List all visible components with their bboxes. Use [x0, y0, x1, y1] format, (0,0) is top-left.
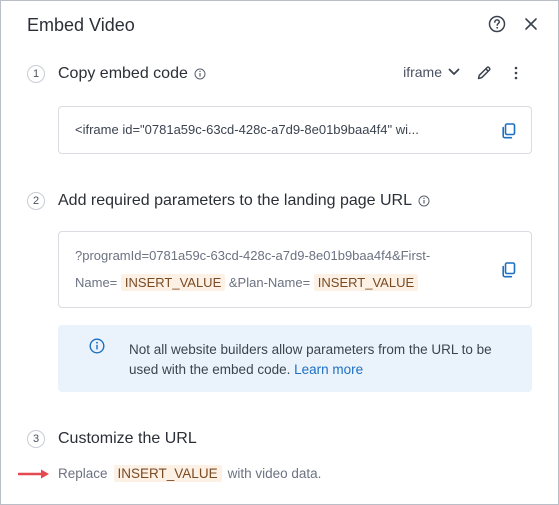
info-icon[interactable] [418, 195, 430, 207]
step-title: Copy embed code [58, 63, 206, 85]
learn-more-link[interactable]: Learn more [294, 362, 363, 377]
format-dropdown[interactable]: iframe [403, 64, 460, 80]
pencil-icon [477, 66, 491, 80]
replace-after: with video data. [227, 466, 322, 481]
copy-embed-code-button[interactable] [499, 122, 517, 140]
help-button[interactable] [486, 13, 508, 35]
step-title-text: Copy embed code [58, 65, 188, 82]
help-icon [488, 15, 506, 33]
step-title-text: Customize the URL [58, 430, 197, 447]
edit-button[interactable] [474, 63, 494, 83]
info-note: Not all website builders allow parameter… [58, 325, 532, 392]
insert-value-token: INSERT_VALUE [313, 274, 419, 291]
step-title: Add required parameters to the landing p… [58, 190, 430, 212]
embed-code-box: <iframe id="0781a59c-63cd-428c-a7d9-8e01… [58, 106, 532, 154]
format-value: iframe [403, 64, 442, 80]
arrow-right-icon [18, 469, 49, 478]
insert-value-token: INSERT_VALUE [120, 274, 226, 291]
more-options-button[interactable] [506, 63, 526, 83]
step-number: 1 [27, 65, 45, 83]
params-line-1: ?programId=0781a59c-63cd-428c-a7d9-8e01b… [75, 248, 431, 263]
dialog-title: Embed Video [27, 15, 135, 35]
info-icon[interactable] [194, 68, 206, 80]
url-parameters-box: ?programId=0781a59c-63cd-428c-a7d9-8e01b… [58, 231, 532, 308]
replace-instruction: Replace INSERT_VALUE with video data. [18, 465, 321, 482]
params-prefix: Name= [75, 275, 118, 290]
embed-code-text: <iframe id="0781a59c-63cd-428c-a7d9-8e01… [75, 122, 419, 137]
step-title-text: Add required parameters to the landing p… [58, 192, 412, 209]
params-line-2: Name= INSERT_VALUE &Plan-Name= INSERT_VA… [75, 274, 419, 291]
dialog-header: Embed Video [27, 13, 542, 37]
copy-url-parameters-button[interactable] [499, 261, 517, 279]
params-middle: &Plan-Name= [228, 275, 311, 290]
note-text: Not all website builders allow parameter… [129, 340, 502, 380]
chevron-down-icon [448, 68, 460, 75]
close-icon [525, 18, 537, 30]
copy-icon [501, 123, 515, 139]
step-number: 3 [27, 430, 45, 448]
embed-video-dialog: Embed Video 1 Copy embed code iframe <if… [0, 0, 559, 505]
copy-icon [501, 262, 515, 278]
more-vertical-icon [514, 66, 518, 80]
close-button[interactable] [520, 13, 542, 35]
step-title: Customize the URL [58, 428, 197, 450]
replace-before: Replace [58, 466, 108, 481]
info-circle-icon [89, 338, 105, 354]
step-number: 2 [27, 192, 45, 210]
insert-value-token: INSERT_VALUE [113, 465, 222, 482]
